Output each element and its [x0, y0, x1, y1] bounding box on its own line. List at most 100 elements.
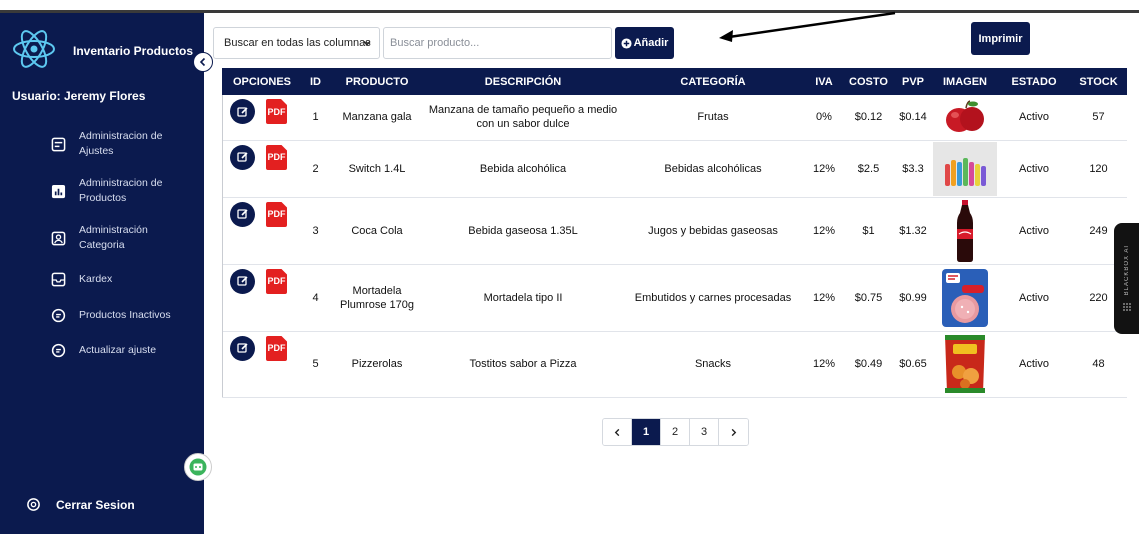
cell-estado: Activo: [998, 264, 1070, 332]
plus-circle-icon: [621, 37, 632, 49]
cell-id: 1: [302, 95, 329, 141]
add-button[interactable]: Añadir: [615, 27, 674, 59]
edit-icon: [236, 152, 248, 162]
chart-box-icon: [50, 183, 66, 199]
search-scope-select[interactable]: Buscar en todas las columnas: [213, 27, 380, 59]
cell-costo: $0.75: [843, 264, 894, 332]
cell-imagen: [932, 331, 998, 398]
pdf-button[interactable]: PDF: [266, 144, 287, 170]
table-left-border: [222, 95, 223, 397]
cell-descripcion: Manzana de tamaño pequeño a medio con un…: [425, 95, 621, 141]
sidebar-item-label: Actualizar ajuste: [79, 343, 157, 356]
pdf-button[interactable]: PDF: [266, 201, 287, 227]
pdf-icon: PDF: [267, 106, 286, 117]
edit-button[interactable]: [230, 335, 255, 361]
logout-button[interactable]: Cerrar Sesion: [26, 497, 135, 512]
sidebar-item-kardex[interactable]: Kardex: [50, 271, 189, 287]
header-pvp[interactable]: PVP: [894, 68, 932, 95]
edit-button[interactable]: [230, 99, 255, 124]
table-row: PDF 2 Switch 1.4L Bebida alcohólica Bebi…: [222, 140, 1127, 198]
header-descripcion[interactable]: DESCRIPCIÓN: [425, 68, 621, 95]
header-opciones[interactable]: OPCIONES: [222, 68, 302, 95]
edit-button[interactable]: [230, 144, 255, 170]
cell-stock: 120: [1070, 140, 1127, 198]
pdf-icon: PDF: [267, 343, 286, 353]
header-categoria[interactable]: CATEGORÍA: [621, 68, 805, 95]
pagination-page-2[interactable]: 2: [661, 419, 690, 445]
pdf-button[interactable]: PDF: [266, 99, 287, 124]
header-imagen[interactable]: IMAGEN: [932, 68, 998, 95]
chevron-left-icon: [614, 428, 619, 436]
edit-button[interactable]: [230, 201, 255, 227]
cell-pvp: $1.32: [894, 197, 932, 265]
add-button-label: Añadir: [633, 37, 669, 49]
user-box-icon: [50, 230, 66, 246]
search-input[interactable]: [383, 27, 612, 59]
header-costo[interactable]: COSTO: [843, 68, 894, 95]
pagination-next-button[interactable]: [719, 419, 748, 445]
cell-categoria: Jugos y bebidas gaseosas: [621, 197, 805, 265]
pdf-icon: PDF: [267, 276, 286, 286]
settings-box-icon: [50, 136, 66, 152]
print-button[interactable]: Imprimir: [971, 22, 1030, 55]
cell-costo: $0.12: [843, 95, 894, 141]
sidebar-item-ajustes[interactable]: Administracion de Ajustes: [50, 129, 189, 159]
options-cell: PDF: [222, 331, 302, 398]
table-header-row: OPCIONES ID PRODUCTO DESCRIPCIÓN CATEGOR…: [222, 68, 1127, 95]
cell-producto: Manzana gala: [329, 95, 425, 141]
cell-iva: 12%: [805, 197, 843, 265]
cell-producto: Mortadela Plumrose 170g: [329, 264, 425, 332]
pdf-button[interactable]: PDF: [266, 268, 287, 294]
header-id[interactable]: ID: [302, 68, 329, 95]
header-iva[interactable]: IVA: [805, 68, 843, 95]
cell-costo: $0.49: [843, 331, 894, 398]
brand-logo: [12, 27, 56, 71]
arrow-annotation-icon: [719, 11, 896, 42]
pagination-prev-button[interactable]: [603, 419, 632, 445]
pdf-icon: PDF: [267, 152, 286, 162]
cell-id: 3: [302, 197, 329, 265]
cell-estado: Activo: [998, 95, 1070, 141]
user-label: Usuario: Jeremy Flores: [12, 89, 146, 103]
header-producto[interactable]: PRODUCTO: [329, 68, 425, 95]
sidebar-item-label: Administración Categoria: [79, 224, 148, 251]
header-estado[interactable]: ESTADO: [998, 68, 1070, 95]
cell-imagen: [932, 264, 998, 332]
pdf-icon: PDF: [267, 209, 286, 219]
sidebar-collapse-button[interactable]: [193, 52, 213, 72]
cell-costo: $2.5: [843, 140, 894, 198]
help-widget-button[interactable]: [184, 453, 212, 481]
cell-imagen: [932, 197, 998, 265]
cell-estado: Activo: [998, 140, 1070, 198]
chat-bot-icon: [189, 458, 207, 476]
edit-button[interactable]: [230, 268, 255, 294]
cell-producto: Coca Cola: [329, 197, 425, 265]
header-stock[interactable]: STOCK: [1070, 68, 1127, 95]
cell-stock: 57: [1070, 95, 1127, 141]
pagination-page-1[interactable]: 1: [632, 419, 661, 445]
cell-categoria: Snacks: [621, 331, 805, 398]
search-scope-value: Buscar en todas las columnas: [224, 37, 371, 49]
cell-categoria: Frutas: [621, 95, 805, 141]
blackbox-ai-widget[interactable]: BLACKBOX AI: [1114, 223, 1139, 334]
pagination-page-3[interactable]: 3: [690, 419, 719, 445]
sidebar-item-inactivos[interactable]: Productos Inactivos: [50, 307, 189, 323]
sidebar-item-categoria[interactable]: Administración Categoria: [50, 223, 189, 253]
cell-estado: Activo: [998, 197, 1070, 265]
circle-list-icon: [50, 342, 66, 358]
table-row: PDF 4 Mortadela Plumrose 170g Mortadela …: [222, 264, 1127, 332]
sidebar-item-label: Administracion de Ajustes: [79, 130, 163, 157]
sidebar-item-label: Kardex: [79, 272, 113, 285]
pdf-button[interactable]: PDF: [266, 335, 287, 361]
cell-id: 2: [302, 140, 329, 198]
cell-producto: Switch 1.4L: [329, 140, 425, 198]
inbox-icon: [50, 271, 66, 287]
sidebar-item-actualizar[interactable]: Actualizar ajuste: [50, 342, 189, 358]
sidebar-item-label: Productos Inactivos: [79, 308, 171, 321]
cell-iva: 12%: [805, 140, 843, 198]
sidebar-item-productos[interactable]: Administracion de Productos: [50, 176, 189, 206]
mortadela-pack-image-icon: [942, 268, 988, 327]
chevron-down-icon: [363, 40, 371, 46]
cell-producto: Pizzerolas: [329, 331, 425, 398]
cell-stock: 48: [1070, 331, 1127, 398]
